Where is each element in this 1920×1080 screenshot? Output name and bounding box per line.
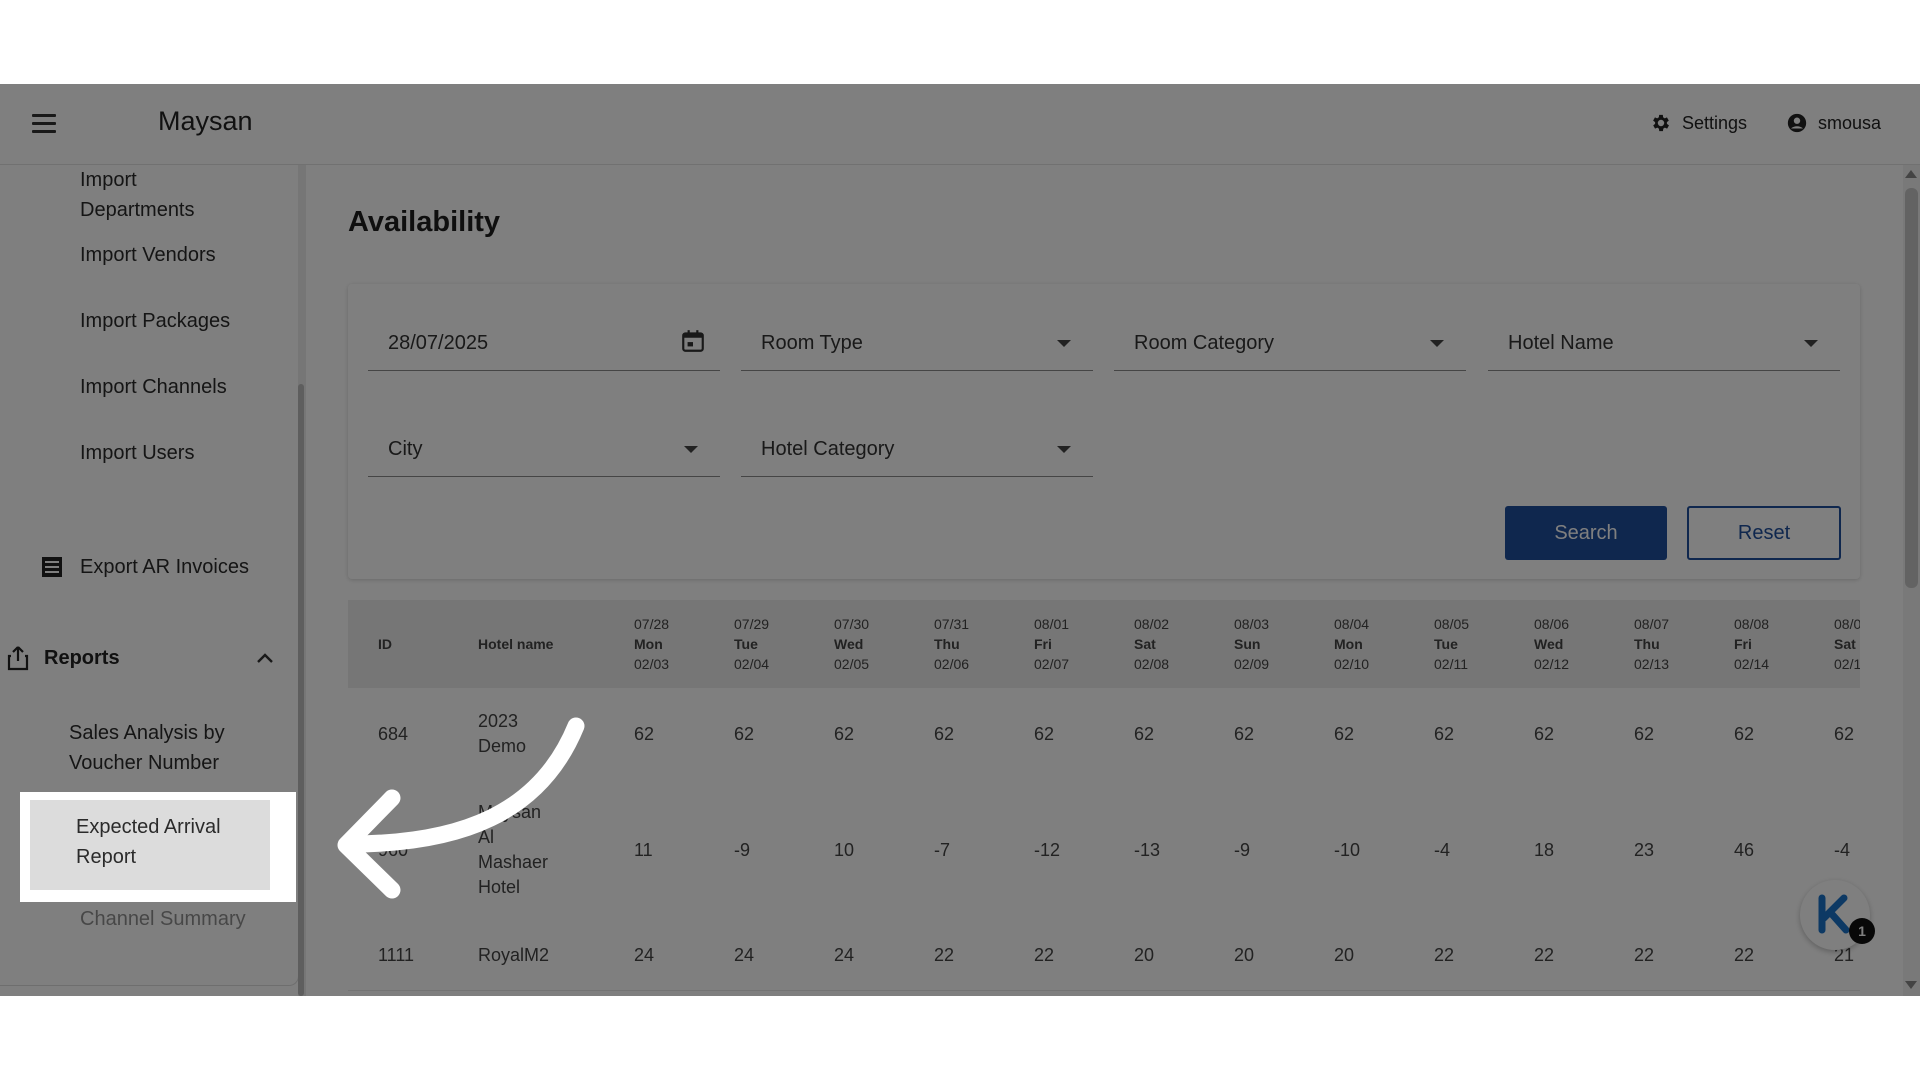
tutorial-arrow-icon [337, 717, 585, 899]
sidebar-item-channel-summary[interactable]: Channel Summary [80, 904, 246, 934]
app-window: Maysan Settings smousa Import Department… [0, 84, 1920, 996]
